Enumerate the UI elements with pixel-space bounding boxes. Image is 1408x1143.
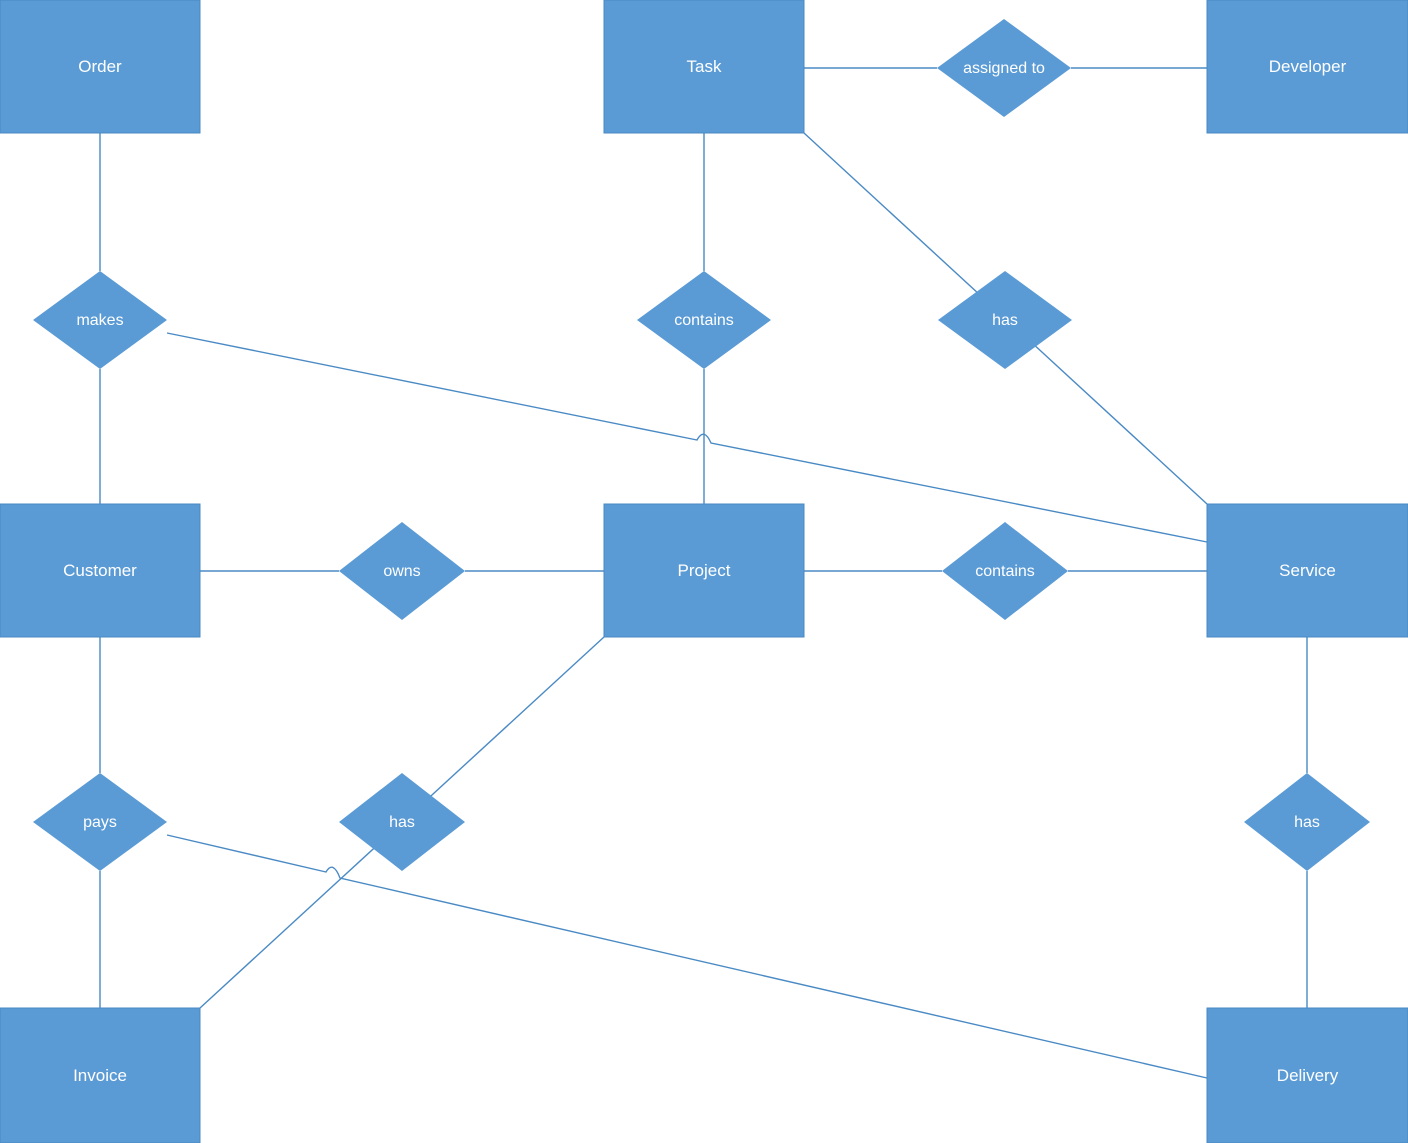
diamond-contains-top[interactable]	[637, 271, 771, 369]
relationship-has-bottom-right[interactable]: has	[1244, 773, 1370, 871]
entity-box-customer[interactable]	[0, 503, 201, 638]
relationship-has-bottom-mid[interactable]: has	[339, 773, 465, 871]
relationship-contains-top[interactable]: contains	[637, 271, 771, 369]
relationship-assigned-to[interactable]: assigned to	[937, 19, 1071, 117]
diamond-has-bottom-right[interactable]	[1244, 773, 1370, 871]
entity-task[interactable]: Task	[603, 0, 805, 134]
entity-box-developer[interactable]	[1206, 0, 1408, 134]
relationship-has-top-right[interactable]: has	[938, 271, 1072, 369]
relationship-makes[interactable]: makes	[33, 271, 167, 369]
diamond-assigned-to[interactable]	[937, 19, 1071, 117]
entity-box-project[interactable]	[603, 503, 805, 638]
diamond-pays[interactable]	[33, 773, 167, 871]
entity-customer[interactable]: Customer	[0, 503, 201, 638]
entity-order[interactable]: Order	[0, 0, 201, 134]
entity-box-invoice[interactable]	[0, 1007, 201, 1143]
relationship-pays[interactable]: pays	[33, 773, 167, 871]
entity-box-delivery[interactable]	[1206, 1007, 1408, 1143]
entity-box-task[interactable]	[603, 0, 805, 134]
relationships-layer: makes contains has assigned to owns contains p…	[33, 19, 1370, 871]
entity-delivery[interactable]: Delivery	[1206, 1007, 1408, 1143]
diamond-owns[interactable]	[339, 522, 465, 620]
entity-box-service[interactable]	[1206, 503, 1408, 638]
entity-project[interactable]: Project	[603, 503, 805, 638]
diamond-contains-middle[interactable]	[942, 522, 1068, 620]
diamond-has-bottom-mid[interactable]	[339, 773, 465, 871]
entity-invoice[interactable]: Invoice	[0, 1007, 201, 1143]
er-diagram-canvas: Order Task Developer Customer Project Service…	[0, 0, 1408, 1143]
entity-service[interactable]: Service	[1206, 503, 1408, 638]
diamond-has-top-right[interactable]	[938, 271, 1072, 369]
diamond-makes[interactable]	[33, 271, 167, 369]
relationship-contains-middle[interactable]: contains	[942, 522, 1068, 620]
relationship-owns[interactable]: owns	[339, 522, 465, 620]
connector-pays-delivery	[166, 834, 1208, 1079]
entity-developer[interactable]: Developer	[1206, 0, 1408, 134]
entity-box-order[interactable]	[0, 0, 201, 134]
